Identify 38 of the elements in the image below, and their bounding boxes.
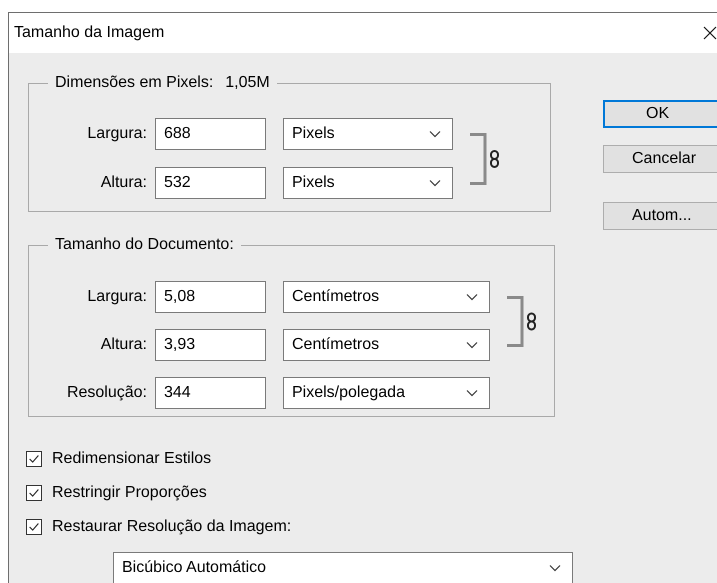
unit-dropdown[interactable]: Centímetros — [283, 281, 490, 313]
checkbox-label[interactable]: Restaurar Resolução da Imagem: — [52, 518, 292, 536]
number-field[interactable]: 688 — [155, 118, 266, 150]
chevron-icon — [466, 389, 478, 397]
close-icon[interactable] — [703, 26, 717, 40]
field-label: Largura: — [86, 288, 147, 306]
checkbox-label[interactable]: Restringir Proporções — [52, 484, 207, 502]
chain-link-icon[interactable] — [470, 132, 500, 184]
number-field[interactable]: 5,08 — [155, 281, 266, 313]
unit-dropdown[interactable]: Pixels — [283, 118, 453, 150]
unit-dropdown[interactable]: Pixels — [283, 167, 453, 199]
dialog-button[interactable]: Cancelar — [603, 145, 717, 173]
number-field[interactable]: 532 — [155, 167, 266, 199]
chevron-icon — [429, 179, 441, 187]
number-field[interactable]: 344 — [155, 377, 266, 409]
chevron-icon — [429, 130, 441, 138]
checkbox[interactable] — [26, 485, 42, 501]
group-value: 1,05M — [225, 73, 270, 93]
group-title: Dimensões em Pixels: — [55, 73, 214, 93]
number-field[interactable]: 3,93 — [155, 329, 266, 361]
checkbox[interactable] — [26, 519, 42, 535]
window-title: Tamanho da Imagem — [14, 24, 164, 42]
dialog-button[interactable]: OK — [603, 100, 717, 128]
field-label: Altura: — [100, 174, 147, 192]
chain-link-icon[interactable] — [507, 296, 537, 346]
chevron-icon — [466, 293, 478, 301]
chevron-icon — [549, 564, 561, 572]
checkbox[interactable] — [26, 451, 42, 467]
unit-dropdown[interactable]: Centímetros — [283, 329, 490, 361]
checkbox-label[interactable]: Redimensionar Estilos — [52, 450, 212, 468]
group-title: Tamanho do Documento: — [55, 235, 234, 255]
field-label: Resolução: — [66, 384, 147, 402]
resample-dropdown[interactable]: Bicúbico Automático — [113, 552, 573, 583]
field-label: Largura: — [86, 125, 147, 143]
field-label: Altura: — [100, 336, 147, 354]
unit-dropdown[interactable]: Pixels/polegada — [283, 377, 490, 409]
dialog-button[interactable]: Autom... — [603, 202, 717, 230]
chevron-icon — [466, 341, 478, 349]
